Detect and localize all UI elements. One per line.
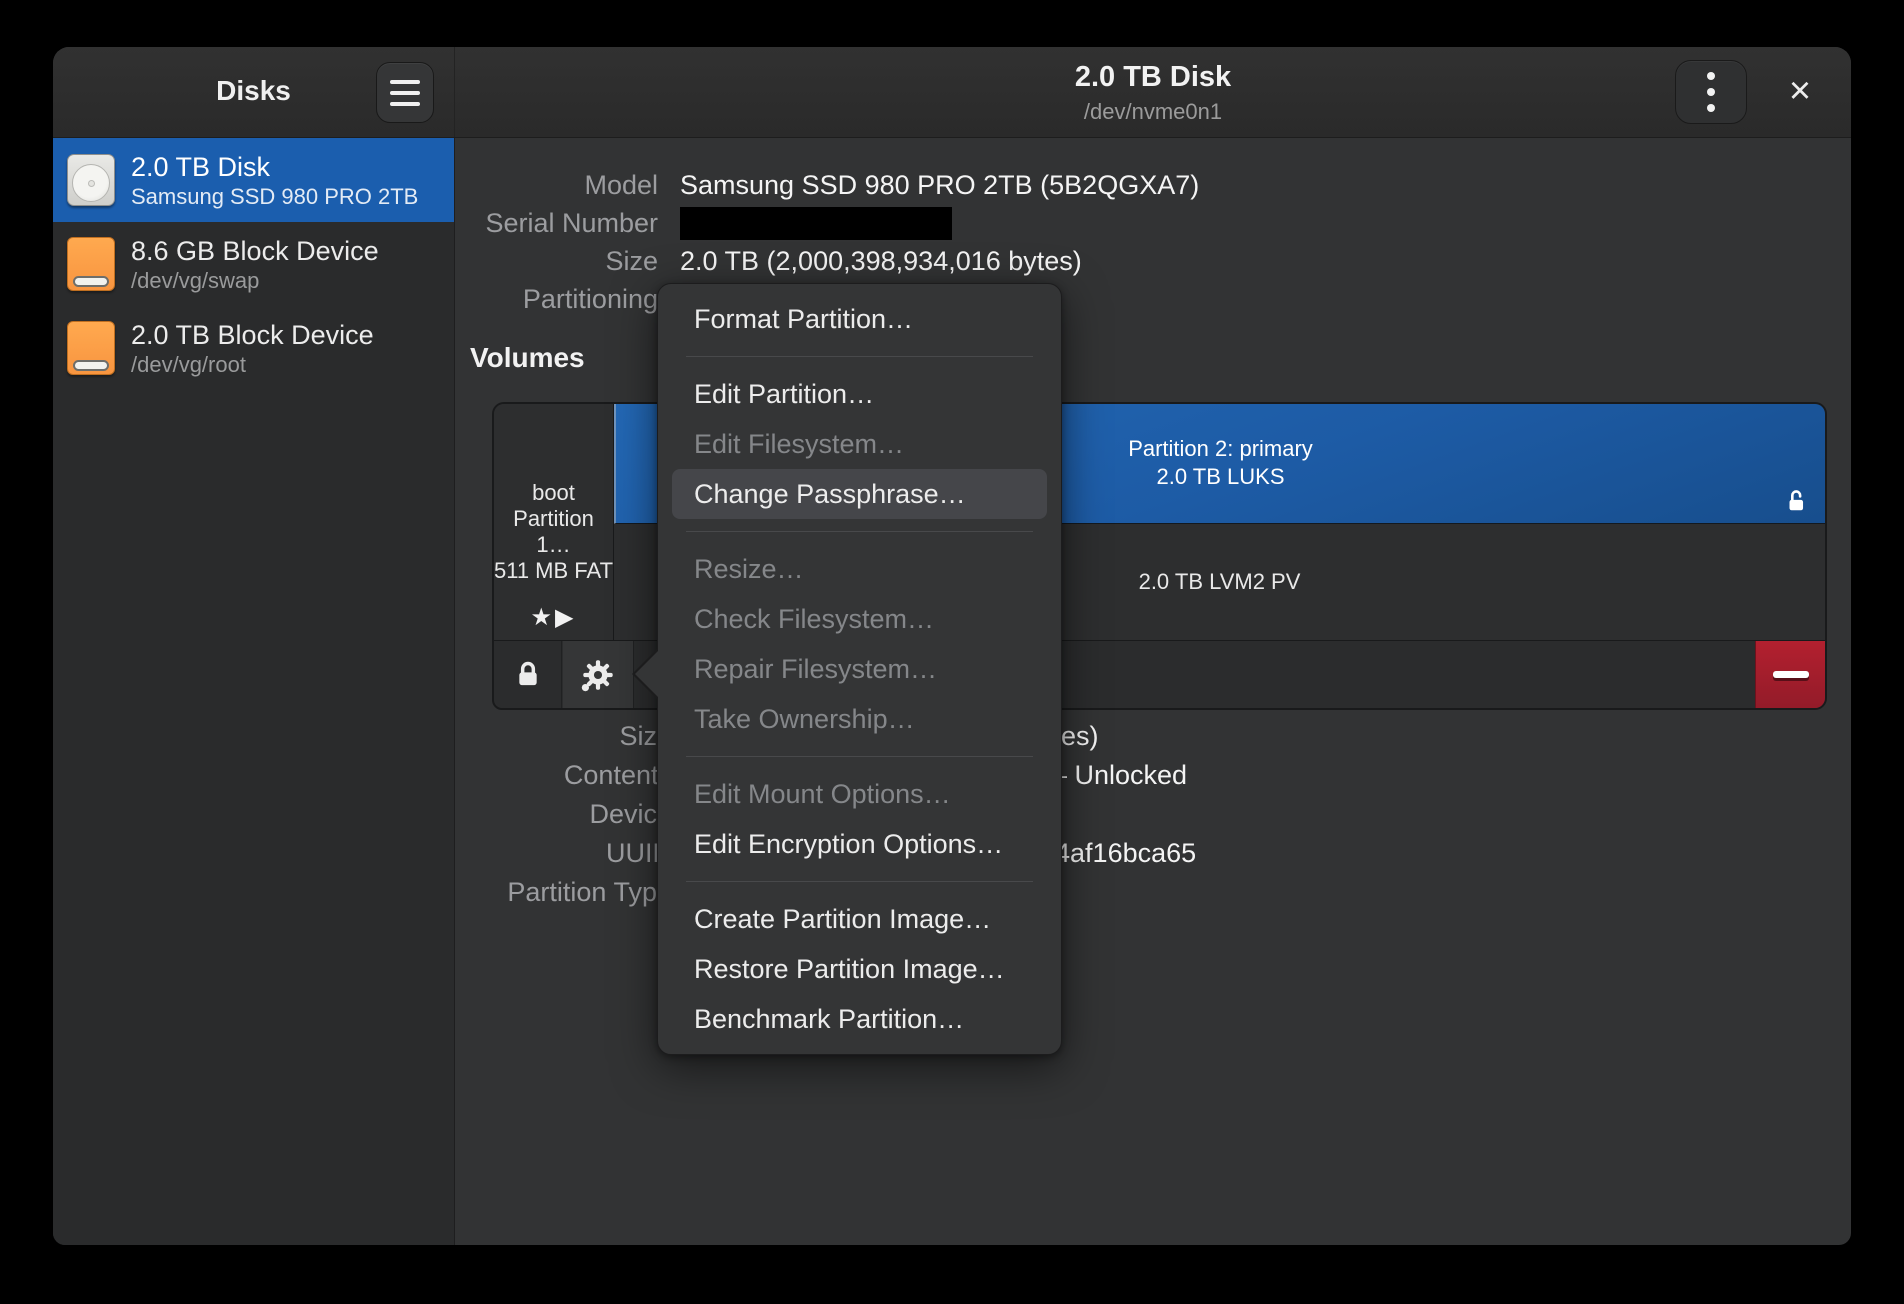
titlebar: Disks 2.0 TB Disk /dev/nvme0n1 × [53,47,1851,138]
delete-partition-button[interactable] [1755,641,1825,708]
size-value: 2.0 TB (2,000,398,934,016 bytes) [680,242,1082,280]
block-device-icon [67,321,115,375]
sidebar-item-nvme-disk[interactable]: 2.0 TB Disk Samsung SSD 980 PRO 2TB [53,138,454,222]
app-menu-button[interactable] [376,62,434,123]
model-value: Samsung SSD 980 PRO 2TB (5B2QGXA7) [680,166,1199,204]
kebab-icon [1707,72,1715,80]
serial-number-redaction-box [680,207,952,240]
menu-item-edit-partition[interactable]: Edit Partition… [672,369,1047,419]
lock-volume-button[interactable] [494,641,562,708]
volume-options-menu: Format Partition… Edit Partition… Edit F… [657,283,1062,1055]
device-title: 2.0 TB Block Device [131,319,374,351]
model-label: Model [584,166,658,204]
volume-options-button[interactable] [563,641,634,708]
size-label: Size [605,242,658,280]
menu-item-take-ownership[interactable]: Take Ownership… [672,694,1047,744]
partition-contents-label: Contents [564,756,672,795]
desktop-background: Disks 2.0 TB Disk /dev/nvme0n1 × [0,0,1904,1304]
partition-type-label: Partition Type [507,873,672,912]
close-icon: × [1789,70,1811,112]
menu-separator [686,531,1033,532]
menu-separator [686,881,1033,882]
sidebar-item-vg-swap[interactable]: 8.6 GB Block Device /dev/vg/swap [53,222,454,306]
device-subtitle: /dev/vg/root [131,351,374,378]
menu-item-check-filesystem[interactable]: Check Filesystem… [672,594,1047,644]
device-title: 8.6 GB Block Device [131,235,379,267]
window-subtitle: /dev/nvme0n1 [455,99,1851,125]
volume-boot-partition[interactable]: boot Partition 1… 511 MB FAT ★▶ [494,404,614,642]
boot-partition-name: boot [494,480,613,506]
close-button[interactable]: × [1777,69,1823,115]
sidebar-item-vg-root[interactable]: 2.0 TB Block Device /dev/vg/root [53,306,454,390]
main-header: 2.0 TB Disk /dev/nvme0n1 × [455,47,1851,137]
menu-separator [686,756,1033,757]
menu-item-format-partition[interactable]: Format Partition… [672,294,1047,344]
boot-partition-size: 511 MB FAT [494,558,613,584]
lock-icon [512,659,544,691]
device-title: 2.0 TB Disk [131,151,418,183]
partition-contents-value: — Unlocked [1040,756,1187,795]
gear-icon [580,657,616,693]
window-title: 2.0 TB Disk [455,61,1851,94]
device-subtitle: Samsung SSD 980 PRO 2TB [131,183,418,210]
partitioning-label: Partitioning [523,280,658,318]
menu-separator [686,356,1033,357]
menu-item-edit-mount-options[interactable]: Edit Mount Options… [672,769,1047,819]
hard-disk-icon [67,154,115,206]
hamburger-icon [390,80,420,84]
menu-item-benchmark-partition[interactable]: Benchmark Partition… [672,994,1047,1044]
menu-item-resize[interactable]: Resize… [672,544,1047,594]
star-icon: ★ [531,604,556,631]
sidebar-header: Disks [53,47,455,137]
menu-item-create-partition-image[interactable]: Create Partition Image… [672,894,1047,944]
partition-uuid-value: 54af16bca65 [1040,834,1196,873]
drive-menu-button[interactable] [1675,60,1747,124]
menu-item-edit-encryption-options[interactable]: Edit Encryption Options… [672,819,1047,869]
volumes-heading: Volumes [470,342,585,374]
device-sidebar: 2.0 TB Disk Samsung SSD 980 PRO 2TB 8.6 … [53,138,455,1245]
serial-number-label: Serial Number [485,204,658,242]
unlock-icon [1783,487,1809,515]
boot-partition-number: Partition 1… [494,506,613,558]
minus-icon [1773,671,1809,678]
menu-item-restore-partition-image[interactable]: Restore Partition Image… [672,944,1047,994]
block-device-icon [67,237,115,291]
menu-item-change-passphrase[interactable]: Change Passphrase… [672,469,1047,519]
play-icon: ▶ [555,604,576,631]
menu-item-repair-filesystem[interactable]: Repair Filesystem… [672,644,1047,694]
menu-item-edit-filesystem[interactable]: Edit Filesystem… [672,419,1047,469]
device-subtitle: /dev/vg/swap [131,267,379,294]
